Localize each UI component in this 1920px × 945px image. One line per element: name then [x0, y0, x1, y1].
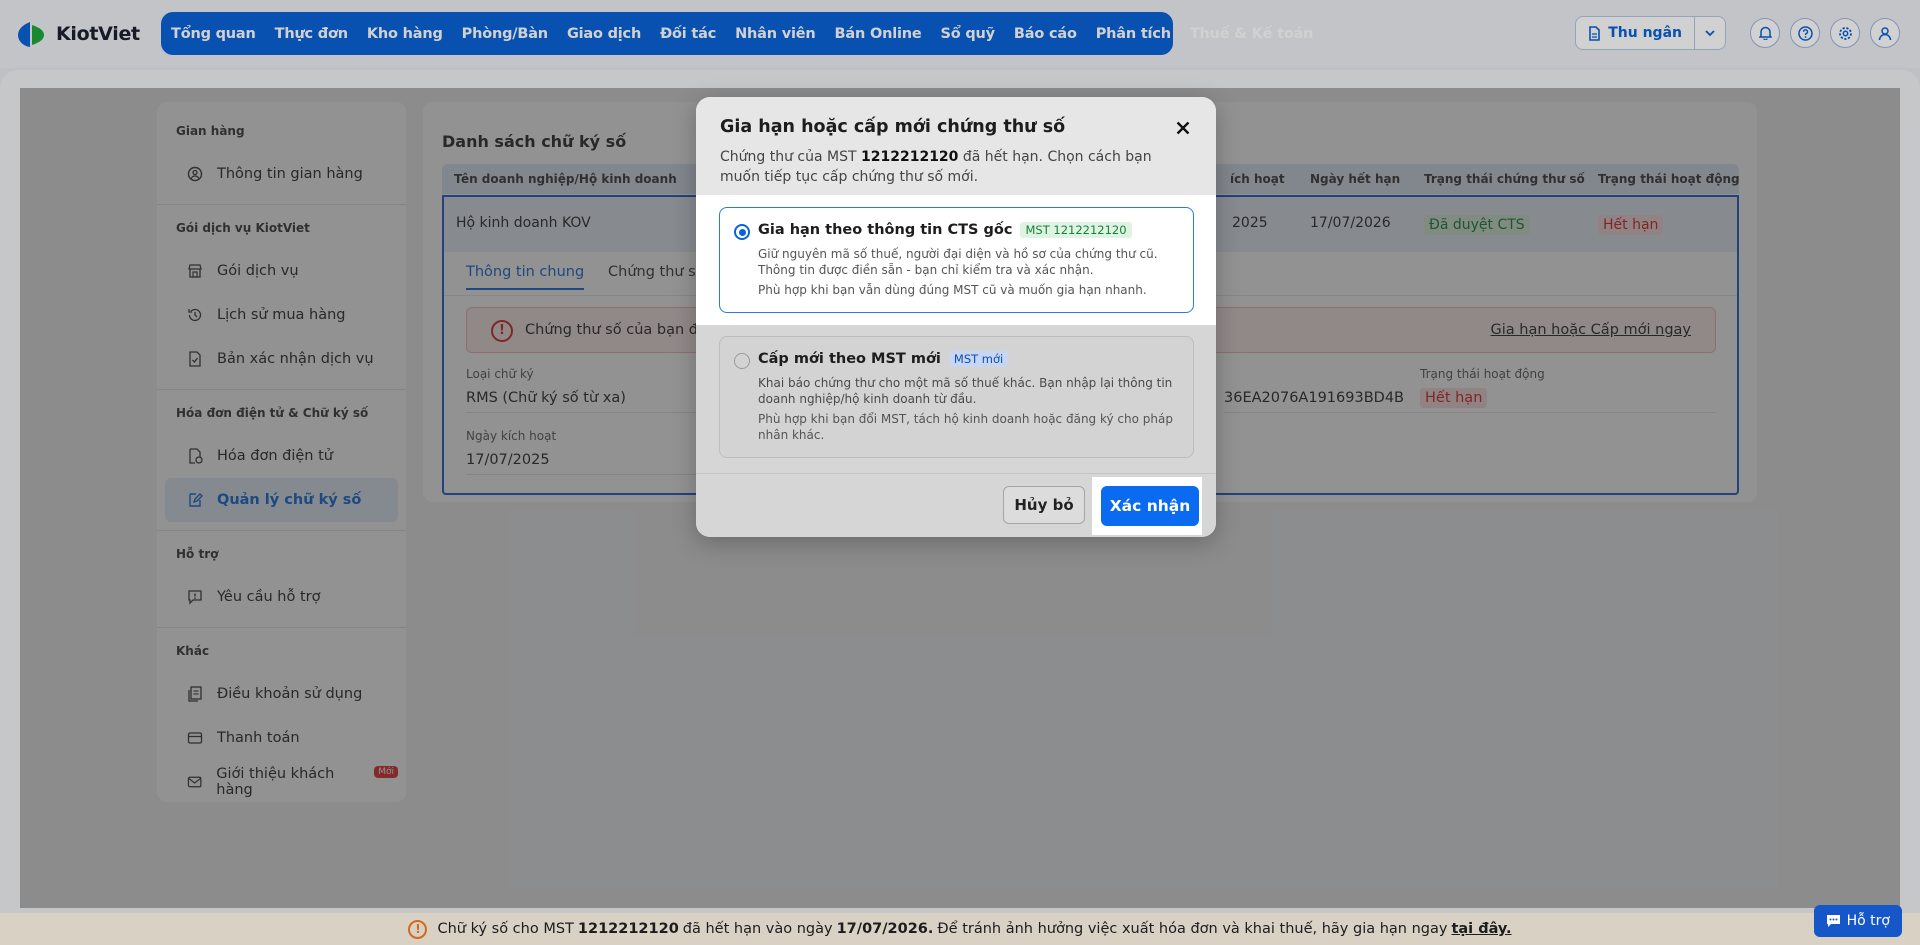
option-new-mst[interactable]: Cấp mới theo MST mới MST mới Khai báo ch… — [719, 336, 1194, 458]
new-mst-tag: MST mới — [948, 351, 1009, 367]
dialog-title: Gia hạn hoặc cấp mới chứng thư số — [720, 117, 1066, 137]
close-icon — [1176, 121, 1190, 135]
option-renew-original[interactable]: Gia hạn theo thông tin CTS gốc MST 12122… — [719, 207, 1194, 313]
desc-prefix: Chứng thư của MST — [720, 149, 857, 165]
option-new-hint: Phù hợp khi bạn đổi MST, tách hộ kinh do… — [758, 412, 1173, 442]
desc-mst: 1212212120 — [861, 149, 959, 165]
warning-icon: ! — [408, 919, 428, 939]
banner-prefix: Chữ ký số cho MST — [437, 921, 574, 937]
banner-mid: đã hết hạn vào ngày — [682, 921, 833, 937]
option-renew-title: Gia hạn theo thông tin CTS gốc — [758, 222, 1013, 238]
chat-icon — [1826, 915, 1840, 927]
cancel-button[interactable]: Hủy bỏ — [1003, 486, 1085, 524]
banner-link[interactable]: tại đây. — [1451, 921, 1511, 937]
support-chat-button[interactable]: Hỗ trợ — [1813, 905, 1902, 937]
banner-date: 17/07/2026. — [836, 921, 934, 937]
confirm-button[interactable]: Xác nhận — [1101, 486, 1199, 526]
option-title-row: Gia hạn theo thông tin CTS gốc MST 12122… — [758, 222, 1177, 238]
dialog-footer: Hủy bỏ Xác nhận — [696, 473, 1216, 537]
banner-mst: 1212212120 — [577, 921, 679, 937]
option-renew-text: Giữ nguyên mã số thuế, người đại diện và… — [758, 247, 1158, 277]
support-chat-label: Hỗ trợ — [1846, 913, 1890, 929]
renew-certificate-dialog: Gia hạn hoặc cấp mới chứng thư số Chứng … — [696, 97, 1216, 537]
option-renew-hint: Phù hợp khi bạn vẫn dùng đúng MST cũ và … — [758, 283, 1147, 297]
radio-renew-original[interactable] — [734, 224, 750, 240]
radio-new-mst[interactable] — [734, 353, 750, 369]
banner-suffix: Để tránh ảnh hưởng việc xuất hóa đơn và … — [937, 921, 1448, 937]
expiry-banner: ! Chữ ký số cho MST 1212212120 đã hết hạ… — [0, 913, 1920, 945]
option-new-text: Khai báo chứng thư cho một mã số thuế kh… — [758, 376, 1173, 406]
confirm-highlight: Xác nhận — [1092, 477, 1202, 535]
option-title-row: Cấp mới theo MST mới MST mới — [758, 351, 1177, 367]
option-new-title: Cấp mới theo MST mới — [758, 351, 941, 367]
close-button[interactable] — [1172, 117, 1194, 139]
dialog-header: Gia hạn hoặc cấp mới chứng thư số Chứng … — [696, 97, 1216, 195]
mst-tag: MST 1212212120 — [1020, 222, 1132, 238]
dialog-description: Chứng thư của MST 1212212120 đã hết hạn.… — [720, 147, 1180, 187]
